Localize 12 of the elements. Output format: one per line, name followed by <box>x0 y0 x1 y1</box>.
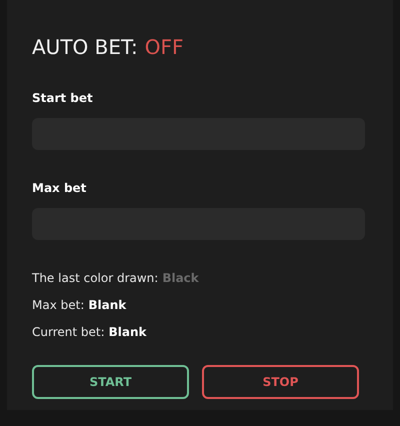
start-button[interactable]: START <box>32 365 189 399</box>
auto-bet-label: AUTO BET: <box>32 34 138 60</box>
stat-label: Current bet: <box>32 324 105 341</box>
stop-button[interactable]: STOP <box>202 365 359 399</box>
stat-value: Blank <box>108 324 147 341</box>
field-label: Max bet <box>32 180 88 196</box>
stat-value: Blank <box>88 297 126 314</box>
status-text: OFF <box>144 34 184 60</box>
stat-label: The last color drawn: <box>32 270 158 287</box>
stat-label: Max bet: <box>32 297 84 314</box>
stat-value: Black <box>162 270 199 287</box>
field-label: Start bet <box>32 90 94 106</box>
